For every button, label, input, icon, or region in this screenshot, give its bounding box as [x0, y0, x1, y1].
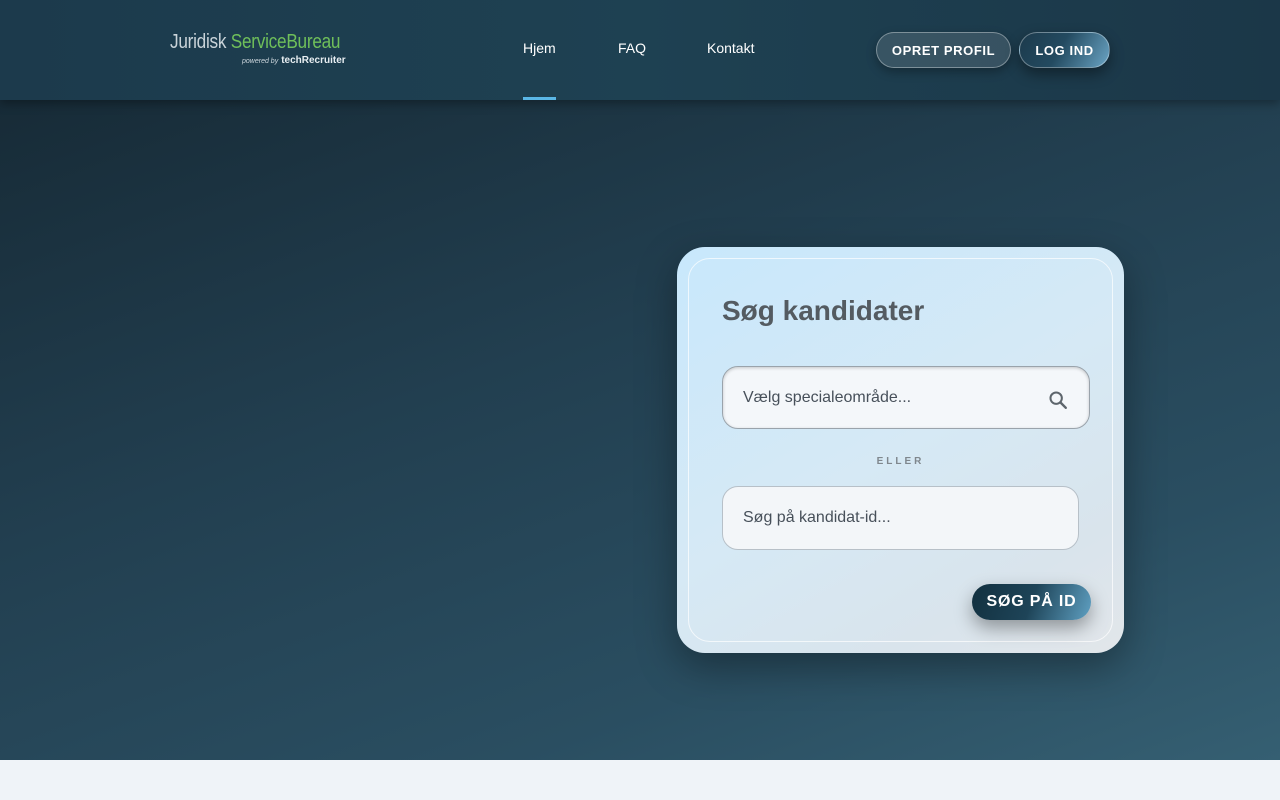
- search-by-id-button[interactable]: SØG PÅ ID: [972, 584, 1091, 620]
- candidate-id-placeholder: Søg på kandidat-id...: [743, 509, 891, 526]
- login-button[interactable]: LOG IND: [1019, 32, 1110, 68]
- specialty-placeholder: Vælg specialeområde...: [743, 389, 912, 406]
- search-card-title: Søg kandidater: [722, 295, 925, 326]
- candidate-id-input[interactable]: Søg på kandidat-id...: [722, 486, 1079, 550]
- specialty-select[interactable]: Vælg specialeområde...: [722, 366, 1090, 429]
- search-card: Søg kandidater Vælg specialeområde... EL…: [677, 247, 1124, 653]
- nav-item-kontakt[interactable]: Kontakt: [707, 40, 754, 56]
- logo[interactable]: Juridisk ServiceBureau powered by techRec…: [170, 31, 350, 71]
- nav-item-faq[interactable]: FAQ: [618, 40, 646, 56]
- site-header: Juridisk ServiceBureau powered by techRec…: [0, 0, 1280, 100]
- nav-item-hjem[interactable]: Hjem: [523, 40, 556, 100]
- or-divider: ELLER: [876, 456, 925, 467]
- logo-wordmark: Juridisk ServiceBureau: [170, 31, 341, 53]
- search-icon[interactable]: [1047, 389, 1069, 411]
- footer-strip: [0, 760, 1280, 800]
- logo-tagline: powered by techRecruiter: [242, 55, 346, 66]
- create-profile-button[interactable]: OPRET PROFIL: [876, 32, 1011, 68]
